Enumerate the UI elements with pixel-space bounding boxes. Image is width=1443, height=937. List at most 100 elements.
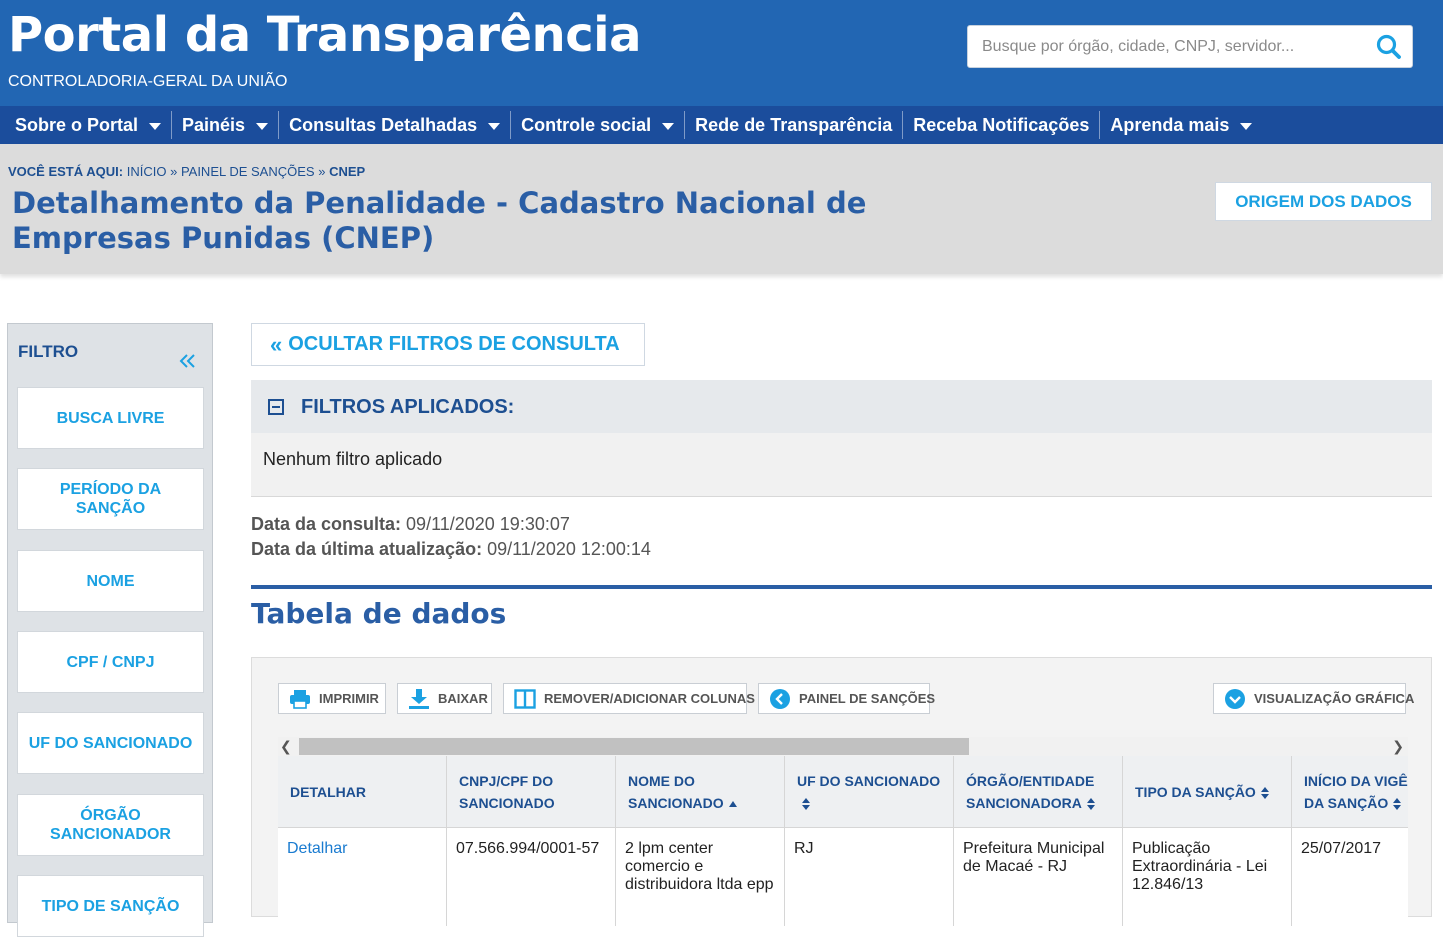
filter-uf[interactable]: UF DO SANCIONADO bbox=[17, 712, 204, 774]
painel-sancoes-button[interactable]: PAINEL DE SANÇÕES bbox=[758, 683, 935, 714]
col-header-orgao[interactable]: ÓRGÃO/ENTIDADE SANCIONADORA bbox=[954, 756, 1123, 828]
caret-down-icon bbox=[149, 122, 162, 130]
nav-item-controle-social[interactable]: Controle social bbox=[511, 111, 686, 139]
atualizacao-label: Data da última atualização: bbox=[251, 539, 483, 559]
col-header-tipo[interactable]: TIPO DA SANÇÃO bbox=[1123, 756, 1292, 828]
nav-item-paineis[interactable]: Painéis bbox=[172, 111, 280, 139]
dates-info: Data da consulta: 09/11/2020 19:30:07 Da… bbox=[251, 512, 651, 562]
visualizacao-grafica-button[interactable]: VISUALIZAÇÃO GRÁFICA bbox=[1213, 683, 1414, 714]
applied-filters-text: Nenhum filtro aplicado bbox=[263, 449, 443, 469]
atualizacao-value: 09/11/2020 12:00:14 bbox=[487, 539, 651, 559]
painel-sancoes-label: PAINEL DE SANÇÕES bbox=[799, 691, 936, 706]
sort-icon bbox=[1086, 798, 1095, 811]
filter-busca-livre[interactable]: BUSCA LIVRE bbox=[17, 387, 204, 449]
consulta-date-row: Data da consulta: 09/11/2020 19:30:07 bbox=[251, 512, 651, 537]
page-title: Detalhamento da Penalidade - Cadastro Na… bbox=[12, 186, 867, 255]
breadcrumb-lead: VOCÊ ESTÁ AQUI: bbox=[8, 164, 124, 179]
col-header-inicio[interactable]: INÍCIO DA VIGÊNCIA DA SANÇÃO bbox=[1292, 756, 1408, 828]
print-label: IMPRIMIR bbox=[319, 691, 379, 706]
cell-cnpj: 07.566.994/0001-57 bbox=[447, 828, 616, 926]
nav-item-rede[interactable]: Rede de Transparência bbox=[685, 111, 904, 139]
nav-label: Receba Notificações bbox=[913, 114, 1090, 135]
sort-icon bbox=[1393, 798, 1402, 811]
horizontal-scrollbar[interactable]: ❮ ❯ bbox=[278, 737, 1408, 756]
breadcrumb-current: CNEP bbox=[329, 164, 366, 179]
consulta-label: Data da consulta: bbox=[251, 514, 402, 534]
filter-orgao[interactable]: ÓRGÃO SANCIONADOR bbox=[17, 794, 204, 856]
scrollbar-thumb[interactable] bbox=[299, 738, 969, 755]
chevron-left-circle-icon bbox=[769, 688, 791, 710]
col-header-cnpj: CNPJ/CPF DO SANCIONADO bbox=[447, 756, 616, 828]
col-header-label: CNPJ/CPF DO SANCIONADO bbox=[459, 773, 555, 811]
consulta-value: 09/11/2020 19:30:07 bbox=[406, 514, 570, 534]
columns-label: REMOVER/ADICIONAR COLUNAS bbox=[544, 691, 755, 706]
breadcrumb-painel[interactable]: PAINEL DE SANÇÕES bbox=[181, 164, 315, 179]
origem-dados-button[interactable]: ORIGEM DOS DADOS bbox=[1215, 182, 1432, 221]
section-divider bbox=[251, 585, 1432, 589]
table-header-row: DETALHAR CNPJ/CPF DO SANCIONADO NOME DO … bbox=[278, 756, 1408, 828]
nav-item-consultas[interactable]: Consultas Detalhadas bbox=[279, 111, 512, 139]
caret-down-icon bbox=[256, 122, 269, 130]
col-header-nome[interactable]: NOME DO SANCIONADO bbox=[616, 756, 785, 828]
nav-label: Rede de Transparência bbox=[695, 114, 893, 135]
nav-label: Painéis bbox=[182, 114, 246, 135]
filter-cpf-cnpj[interactable]: CPF / CNPJ bbox=[17, 631, 204, 693]
col-header-label: NOME DO SANCIONADO bbox=[628, 770, 784, 814]
scroll-left-arrow-icon[interactable]: ❮ bbox=[280, 738, 292, 755]
applied-filters-header[interactable]: FILTROS APLICADOS: bbox=[251, 380, 1432, 433]
chevron-down-circle-icon bbox=[1224, 688, 1246, 710]
sort-icon bbox=[802, 798, 810, 811]
download-icon bbox=[408, 688, 430, 710]
columns-button[interactable]: REMOVER/ADICIONAR COLUNAS bbox=[503, 683, 755, 714]
data-table: DETALHAR CNPJ/CPF DO SANCIONADO NOME DO … bbox=[278, 756, 1408, 926]
columns-icon bbox=[514, 688, 536, 710]
filter-periodo[interactable]: PERÍODO DA SANÇÃO bbox=[17, 468, 204, 530]
sort-asc-icon bbox=[728, 801, 737, 808]
breadcrumb: VOCÊ ESTÁ AQUI: INÍCIO » PAINEL DE SANÇÕ… bbox=[8, 164, 365, 179]
nav-item-notificacoes[interactable]: Receba Notificações bbox=[903, 111, 1101, 139]
page-header-band: VOCÊ ESTÁ AQUI: INÍCIO » PAINEL DE SANÇÕ… bbox=[0, 144, 1443, 274]
col-header-label: TIPO DA SANÇÃO bbox=[1135, 781, 1270, 803]
site-header: Portal da Transparência CONTROLADORIA-GE… bbox=[0, 0, 1443, 106]
nav-label: Aprenda mais bbox=[1110, 114, 1230, 135]
download-label: BAIXAR bbox=[438, 691, 488, 706]
collapse-minus-icon[interactable] bbox=[268, 399, 284, 415]
filter-tipo-sancao[interactable]: TIPO DE SANÇÃO bbox=[17, 875, 204, 937]
caret-down-icon bbox=[1240, 122, 1253, 130]
hide-filters-label: OCULTAR FILTROS DE CONSULTA bbox=[288, 333, 620, 355]
breadcrumb-sep: » bbox=[318, 164, 326, 179]
search-icon[interactable] bbox=[1374, 32, 1404, 62]
nav-item-aprenda[interactable]: Aprenda mais bbox=[1100, 111, 1262, 139]
col-header-label: ÓRGÃO/ENTIDADE SANCIONADORA bbox=[966, 773, 1095, 811]
collapse-left-icon[interactable] bbox=[178, 351, 198, 371]
search-input[interactable] bbox=[982, 26, 1362, 67]
hide-filters-button[interactable]: « OCULTAR FILTROS DE CONSULTA bbox=[251, 323, 645, 366]
scroll-right-arrow-icon[interactable]: ❯ bbox=[1392, 738, 1404, 755]
col-header-label: INÍCIO DA VIGÊNCIA DA SANÇÃO bbox=[1304, 773, 1408, 811]
site-title[interactable]: Portal da Transparência bbox=[8, 6, 642, 64]
site-subtitle: CONTROLADORIA-GERAL DA UNIÃO bbox=[8, 73, 288, 90]
table-title: Tabela de dados bbox=[251, 597, 507, 630]
breadcrumb-sep: » bbox=[170, 164, 178, 179]
cell-nome: 2 lpm center comercio e distribuidora lt… bbox=[616, 828, 785, 926]
breadcrumb-home[interactable]: INÍCIO bbox=[127, 164, 167, 179]
sidebar-title: FILTRO bbox=[18, 342, 79, 361]
cell-uf: RJ bbox=[785, 828, 954, 926]
col-header-label: DETALHAR bbox=[290, 784, 366, 800]
print-button[interactable]: IMPRIMIR bbox=[278, 683, 386, 714]
cell-tipo: Publicação Extraordinária - Lei 12.846/1… bbox=[1123, 828, 1292, 926]
nav-label: Controle social bbox=[521, 114, 652, 135]
nav-item-sobre[interactable]: Sobre o Portal bbox=[5, 111, 173, 139]
search-box bbox=[967, 25, 1413, 68]
col-header-detalhar: DETALHAR bbox=[278, 756, 447, 828]
applied-filters-body: Nenhum filtro aplicado bbox=[251, 433, 1432, 497]
download-button[interactable]: BAIXAR bbox=[397, 683, 492, 714]
detalhar-link[interactable]: Detalhar bbox=[278, 828, 447, 926]
nav-label: Consultas Detalhadas bbox=[289, 114, 478, 135]
nav-label: Sobre o Portal bbox=[15, 114, 139, 135]
filter-nome[interactable]: NOME bbox=[17, 550, 204, 612]
cell-orgao: Prefeitura Municipal de Macaé - RJ bbox=[954, 828, 1123, 926]
col-header-uf[interactable]: UF DO SANCIONADO bbox=[785, 756, 954, 828]
col-header-label: UF DO SANCIONADO bbox=[797, 770, 953, 814]
caret-down-icon bbox=[488, 122, 501, 130]
